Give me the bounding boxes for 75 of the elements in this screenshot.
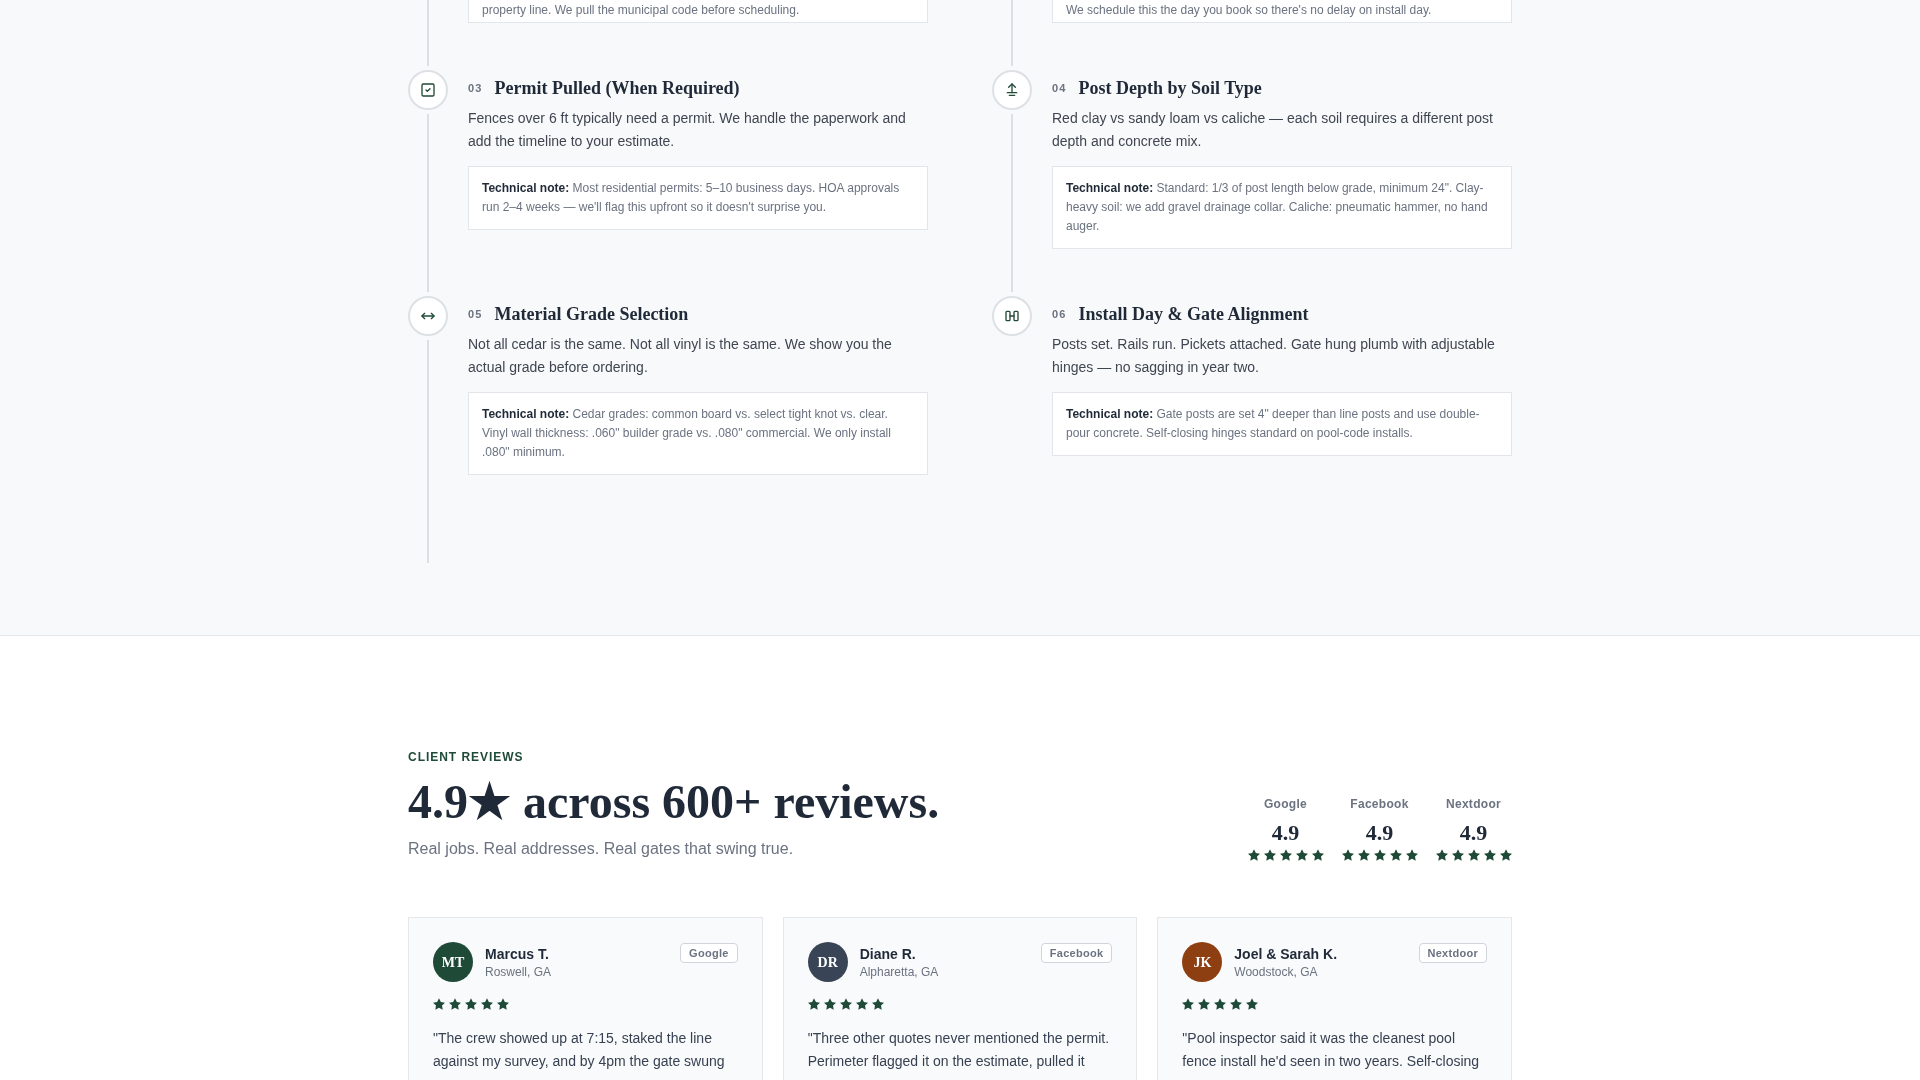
star-icon: [1467, 849, 1480, 861]
star-icon: [839, 998, 852, 1010]
platform-rating: 4.9: [1271, 819, 1300, 847]
star-icon: [807, 998, 820, 1010]
platform-name: Google: [1263, 796, 1308, 812]
two-panels-icon: [992, 296, 1032, 336]
review-quote: "The crew showed up at 7:15, staked the line against my survey, and by 4pm the gate swung: [433, 1029, 726, 1071]
reviewer-name: Diane R.: [859, 945, 917, 964]
review-quote: "Three other quotes never mentioned the permit. Perimeter flagged it on the estimate, pulled it: [807, 1029, 1111, 1071]
star-icon: [1198, 998, 1211, 1010]
reviewer-location: Alpharetta, GA: [859, 964, 939, 980]
platform-rating: 4.9: [1459, 819, 1488, 847]
step-description: Fences over 6 ft typically need a permit. We handle the paperwork and add the timeline to your estimate.: [468, 109, 907, 151]
reviewer-name: Joel & Sarah K.: [1234, 945, 1338, 964]
step-number: 03: [468, 81, 483, 96]
star-icon: [433, 998, 445, 1010]
checked-box-icon: [408, 70, 448, 110]
star-icon: [1279, 849, 1292, 861]
reviewer-location: Roswell, GA: [485, 964, 552, 980]
star-icon: [1230, 998, 1243, 1010]
step-description: Red clay vs sandy loam vs caliche — each soil requires a different post depth and concrete mix.: [1052, 109, 1494, 151]
star-icon: [1182, 998, 1195, 1010]
step-title: Post Depth by Soil Type: [1078, 77, 1262, 100]
avatar: JK: [1182, 942, 1223, 982]
star-icon: [1247, 849, 1260, 861]
platform-name: Facebook: [1350, 796, 1409, 812]
technical-note: We schedule this the day you book so there's no delay on install day.: [1052, 0, 1512, 23]
star-icon: [1389, 849, 1402, 861]
avatar: MT: [433, 942, 473, 982]
step-number: 04: [1052, 81, 1067, 96]
reviews-subheading: Real jobs. Real addresses. Real gates that swing true.: [408, 839, 795, 859]
star-icon: [871, 998, 884, 1010]
star-icon: [1311, 849, 1324, 861]
step-number: 05: [468, 307, 483, 322]
star-icon: [855, 998, 868, 1010]
technical-note: property line. We pull the municipal code before scheduling.: [468, 0, 928, 23]
technical-note: Technical note: Gate posts are set 4" deeper than line posts and use double-pour concrete. Self-closing hinges standard on pool-code installs.: [1052, 392, 1512, 456]
star-icon: [1357, 849, 1370, 861]
avatar: DR: [807, 942, 848, 982]
star-icon: [465, 998, 477, 1010]
step-description: Not all cedar is the same. Not all vinyl is the same. We show you the actual grade before ordering.: [468, 335, 893, 377]
technical-note: Technical note: Most residential permits: 5–10 business days. HOA approvals run 2–4 weeks — we'll flag this upfront so it doesn't surprise you.: [468, 166, 928, 230]
star-icon: [481, 998, 493, 1010]
star-icon: [1483, 849, 1496, 861]
platform-rating: 4.9: [1365, 819, 1394, 847]
review-quote: "Pool inspector said it was the cleanest pool fence install he'd seen in two years. Self-closing: [1182, 1029, 1481, 1071]
reviewer-name: Marcus T.: [485, 945, 550, 964]
star-icon: [1295, 849, 1308, 861]
star-icon: [1405, 849, 1418, 861]
reviews-heading: 4.9★ across 600+ reviews.: [408, 775, 940, 828]
step-title: Permit Pulled (When Required): [494, 77, 740, 100]
star-icon: [497, 998, 509, 1010]
star-icon: [1499, 849, 1512, 861]
star-icon: [449, 998, 461, 1010]
platform-tag: Nextdoor: [1418, 943, 1487, 963]
star-icon: [1214, 998, 1227, 1010]
step-description: Posts set. Rails run. Pickets attached. Gate hung plumb with adjustable hinges — no sagging in year two.: [1052, 335, 1496, 377]
star-icon: [1263, 849, 1276, 861]
section-eyebrow: CLIENT REVIEWS: [408, 749, 525, 765]
technical-note: Technical note: Standard: 1/3 of post length below grade, minimum 24". Clay-heavy soil: we add gravel drainage collar. Caliche: pneumatic hammer, no hand auger.: [1052, 166, 1512, 249]
star-icon: [823, 998, 836, 1010]
step-title: Material Grade Selection: [494, 303, 689, 326]
star-icon: [1341, 849, 1354, 861]
star-icon: [1246, 998, 1259, 1010]
technical-note: Technical note: Cedar grades: common board vs. select tight knot vs. clear. Vinyl wall thickness: .060" builder grade vs. .080" commercial. We only install .080" minimum.: [468, 392, 928, 475]
star-icon: [1435, 849, 1448, 861]
star-icon: [1373, 849, 1386, 861]
step-title: Install Day & Gate Alignment: [1078, 303, 1309, 326]
platform-name: Nextdoor: [1445, 796, 1502, 812]
reviewer-location: Woodstock, GA: [1234, 964, 1319, 980]
platform-tag: Facebook: [1040, 943, 1113, 963]
platform-tag: Google: [680, 943, 738, 963]
step-number: 06: [1052, 307, 1067, 322]
arrow-up-icon: [992, 70, 1032, 110]
star-icon: [1451, 849, 1464, 861]
